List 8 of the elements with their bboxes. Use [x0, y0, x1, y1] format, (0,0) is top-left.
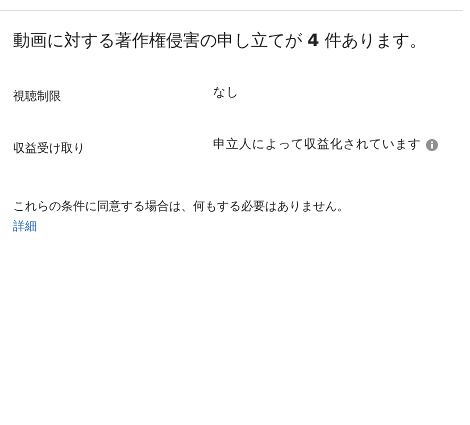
heading: 動画に対する著作権侵害の申し立てが 4 件あります。	[13, 30, 428, 52]
row-label: 視聴制限	[13, 88, 62, 105]
note-text: これらの条件に同意する場合は、何もする必要はありません。	[13, 198, 350, 215]
info-icon[interactable]	[426, 138, 438, 150]
row-value: 申立人によって収益化されています	[213, 136, 421, 153]
row-label: 収益受け取り	[13, 140, 86, 157]
row-value: なし	[213, 84, 239, 101]
details-link[interactable]: 詳細	[13, 218, 37, 235]
